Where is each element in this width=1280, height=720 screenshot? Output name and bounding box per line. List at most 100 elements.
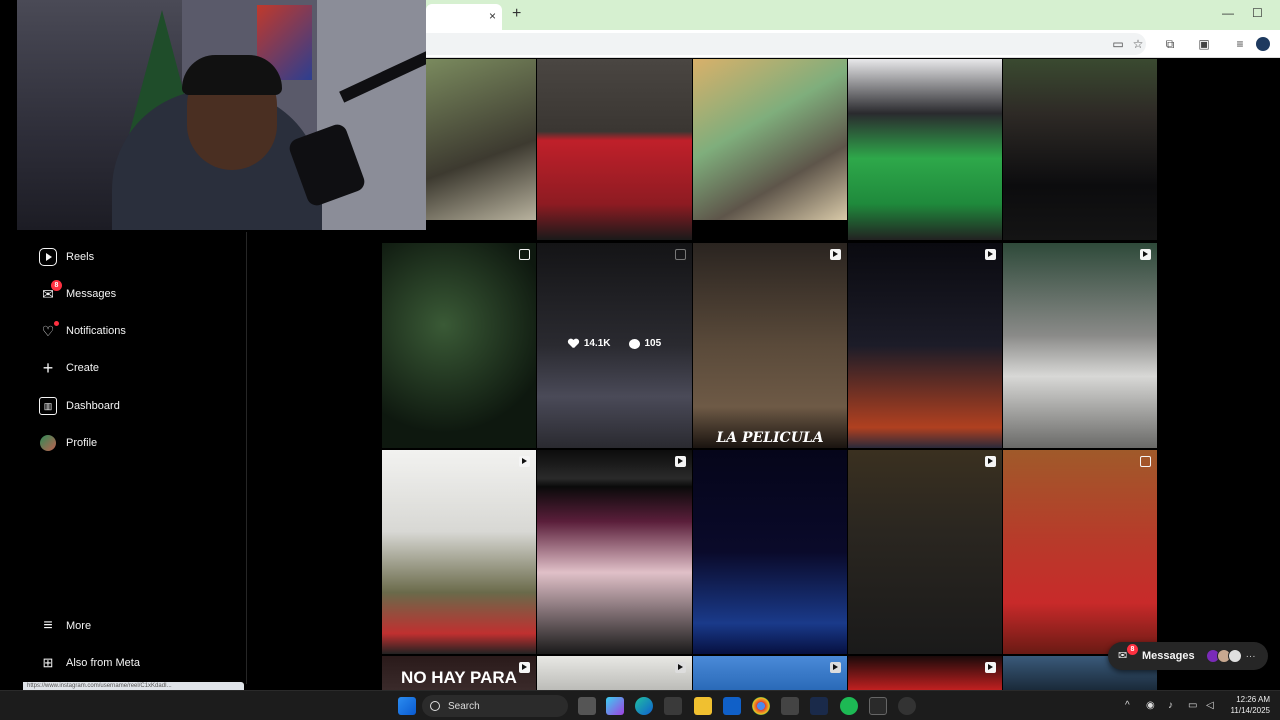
store-icon[interactable] <box>664 697 682 715</box>
reel-icon <box>830 249 841 260</box>
obs-icon[interactable] <box>898 697 916 715</box>
app-icon[interactable] <box>781 697 799 715</box>
avatar <box>39 434 57 452</box>
comment-icon <box>628 338 640 349</box>
post-tile-hovered[interactable]: 14.1K 105 <box>537 243 692 448</box>
hamburger-icon: ≡ <box>43 617 53 634</box>
file-explorer-icon[interactable] <box>694 697 712 715</box>
post-tile[interactable] <box>537 656 692 690</box>
likes-count: 14.1K <box>568 338 611 349</box>
post-tile[interactable] <box>848 656 1002 690</box>
post-tile[interactable] <box>693 450 847 654</box>
volume-icon[interactable]: ◁ <box>1206 700 1214 711</box>
reel-icon <box>675 662 686 673</box>
post-tile[interactable] <box>693 656 847 690</box>
post-tile[interactable] <box>693 59 847 220</box>
messages-badge: 8 <box>51 280 62 291</box>
post-tile[interactable] <box>1003 243 1157 448</box>
link-status-bar: https://www.instagram.com/username/reel/… <box>23 682 244 690</box>
browser-tab-strip: × + — ☐ <box>426 0 1280 30</box>
windows-start-icon[interactable] <box>398 697 416 715</box>
messages-icon: ✉ 8 <box>1118 644 1138 663</box>
chrome-icon[interactable] <box>752 697 770 715</box>
taskbar-search[interactable]: Search <box>422 695 568 717</box>
outlook-icon[interactable] <box>723 697 741 715</box>
extensions-icon[interactable]: ⧉ <box>1162 36 1178 52</box>
post-tile[interactable] <box>848 450 1002 654</box>
sidebar-item-dashboard[interactable]: ▥ Dashboard <box>23 388 246 424</box>
copilot-icon[interactable] <box>606 697 624 715</box>
post-tile[interactable] <box>1003 59 1157 240</box>
carousel-icon <box>675 249 686 260</box>
reel-icon <box>1140 249 1151 260</box>
post-tile[interactable] <box>382 450 536 654</box>
post-tile[interactable] <box>537 450 692 654</box>
messages-dock-button[interactable]: ✉ 8 Messages ··· <box>1108 642 1268 670</box>
messages-label: Messages <box>1142 650 1195 662</box>
post-hover-stats: 14.1K 105 <box>537 338 692 349</box>
post-tile[interactable] <box>1003 450 1157 654</box>
tab-close-icon[interactable]: × <box>489 9 496 23</box>
sidebar-item-also-from-meta[interactable]: ⊞ Also from Meta <box>23 645 246 681</box>
post-tile[interactable] <box>382 243 536 448</box>
meta-apps-icon: ⊞ <box>42 655 54 670</box>
install-app-icon[interactable]: ▭ <box>1110 36 1126 52</box>
browser-profile-icon[interactable] <box>1256 37 1270 51</box>
sidebar-item-label: Also from Meta <box>66 657 140 669</box>
reel-icon <box>519 456 530 467</box>
tray-chevron-icon[interactable]: ^ <box>1125 700 1130 711</box>
sidebar-item-messages[interactable]: ✉ 8 Messages <box>23 276 246 312</box>
recent-chat-avatars <box>1205 649 1242 663</box>
reel-icon <box>830 662 841 673</box>
minimize-icon[interactable]: — <box>1222 6 1234 20</box>
xbox-icon[interactable] <box>869 697 887 715</box>
media-controls-icon[interactable]: ≡ <box>1232 36 1248 52</box>
reels-icon <box>39 248 57 266</box>
clock-time: 12:26 AM <box>1236 695 1270 704</box>
sidebar-item-reels[interactable]: Reels <box>23 239 246 275</box>
windows-taskbar: Search ^ ◉ ♪ ▭ ◁ 12:26 AM 11/14/2025 <box>0 690 1280 720</box>
post-tile[interactable] <box>537 59 692 240</box>
messages-icon: ✉ 8 <box>39 280 62 303</box>
mic-icon[interactable]: ♪ <box>1168 700 1173 711</box>
network-icon[interactable]: ▭ <box>1188 700 1197 711</box>
spotify-icon[interactable] <box>840 697 858 715</box>
search-icon <box>430 701 440 711</box>
tab-search-icon[interactable]: ▣ <box>1196 36 1212 52</box>
post-tile[interactable]: LA PELICULA <box>693 243 847 448</box>
post-tile[interactable] <box>426 59 536 220</box>
sidebar-item-notifications[interactable]: ♡ Notifications <box>23 313 246 349</box>
post-overlay-text: LA PELICULA <box>716 430 824 446</box>
maximize-icon[interactable]: ☐ <box>1252 6 1263 20</box>
post-overlay-text: NO HAY PARA <box>401 668 517 687</box>
post-tile[interactable] <box>848 59 1002 240</box>
steam-icon[interactable] <box>810 697 828 715</box>
more-icon: ··· <box>1245 650 1256 662</box>
post-tile[interactable]: NO HAY PARA <box>382 656 536 690</box>
sidebar-item-more[interactable]: ≡ More <box>23 608 246 644</box>
tray-app-icon[interactable]: ◉ <box>1146 700 1155 711</box>
address-bar[interactable] <box>426 33 1146 55</box>
taskbar-clock[interactable]: 12:26 AM 11/14/2025 <box>1231 694 1270 716</box>
task-view-icon[interactable] <box>578 697 596 715</box>
search-label: Search <box>448 700 480 712</box>
carousel-icon <box>1140 456 1151 467</box>
bookmark-star-icon[interactable]: ☆ <box>1130 36 1146 52</box>
sidebar-item-label: Create <box>66 362 100 374</box>
instagram-sidebar: Reels ✉ 8 Messages ♡ Notifications + Crea… <box>23 232 247 684</box>
new-tab-icon[interactable]: + <box>512 5 521 23</box>
dashboard-icon: ▥ <box>39 397 57 415</box>
browser-toolbar: ▭ ☆ ⧉ ▣ ≡ <box>426 30 1280 58</box>
sidebar-item-create[interactable]: + Create <box>23 350 246 386</box>
reel-icon <box>985 662 996 673</box>
cam-headphones <box>182 55 282 95</box>
browser-tab[interactable]: × <box>426 4 502 30</box>
sidebar-item-profile[interactable]: Profile <box>23 425 246 461</box>
heart-icon: ♡ <box>39 321 59 340</box>
sidebar-item-label: Messages <box>66 288 117 300</box>
post-tile[interactable] <box>848 243 1002 448</box>
messages-badge: 8 <box>1127 644 1138 655</box>
carousel-icon <box>519 249 530 260</box>
post-grid: 14.1K 105 LA PELICULA NO HAY PARA <box>382 59 1157 690</box>
edge-icon[interactable] <box>635 697 653 715</box>
